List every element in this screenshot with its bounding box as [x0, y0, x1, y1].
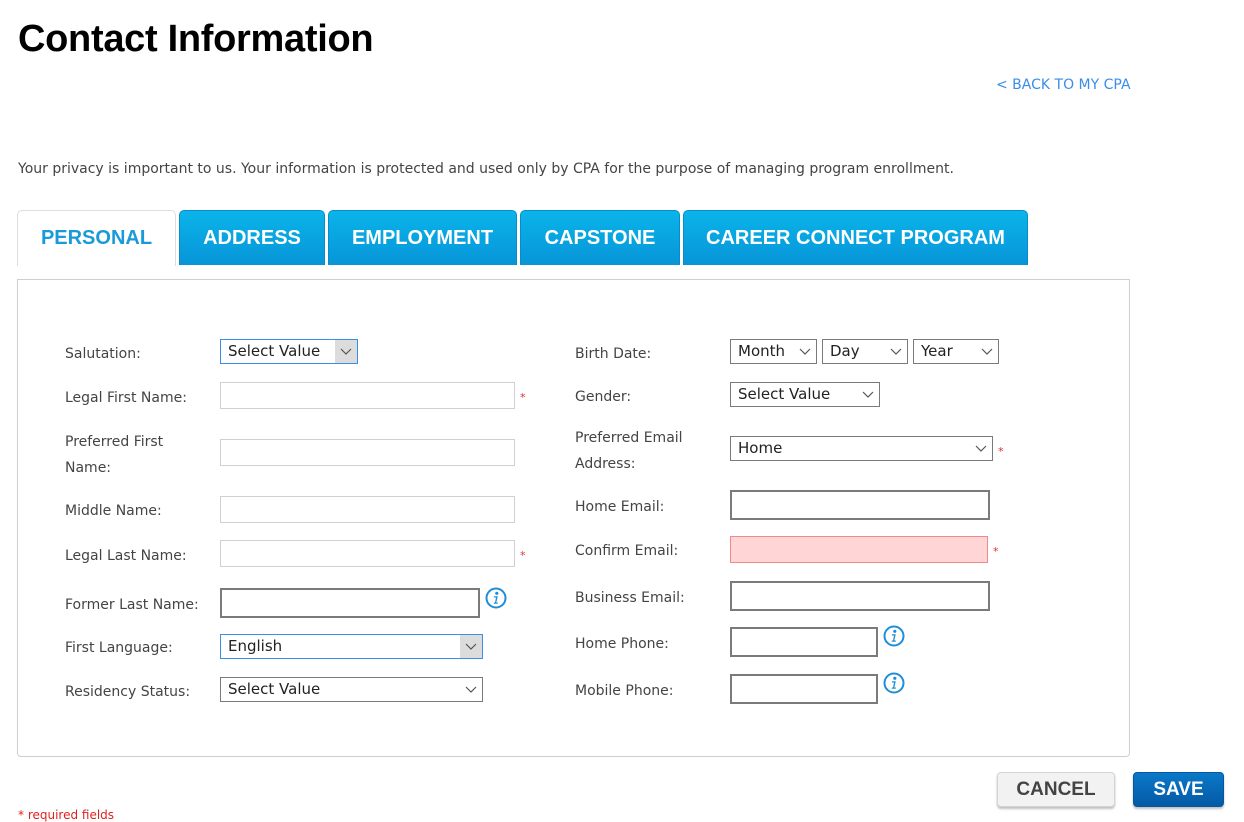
- chevron-down-icon: [976, 340, 998, 363]
- confirm-email-input[interactable]: [730, 536, 988, 563]
- birth-month-value: Month: [738, 342, 786, 360]
- preferred-email-select[interactable]: Home: [730, 436, 993, 461]
- chevron-down-icon: [885, 340, 907, 363]
- legal-last-name-input[interactable]: [220, 540, 515, 567]
- birth-month-select[interactable]: Month: [730, 339, 817, 364]
- chevron-down-icon: [970, 437, 992, 460]
- birth-year-value: Year: [921, 342, 953, 360]
- required-marker: *: [998, 445, 1004, 458]
- business-email-label: Business Email:: [575, 590, 685, 606]
- tab-career-connect-program[interactable]: CAREER CONNECT PROGRAM: [683, 210, 1028, 265]
- residency-status-select[interactable]: Select Value: [220, 677, 483, 702]
- preferred-email-label-line2: Address:: [575, 456, 636, 472]
- cancel-button[interactable]: CANCEL: [997, 772, 1115, 807]
- preferred-first-name-input[interactable]: [220, 439, 515, 466]
- residency-status-value: Select Value: [228, 680, 321, 698]
- required-marker: *: [520, 391, 526, 404]
- first-language-label: First Language:: [65, 640, 173, 656]
- chevron-down-icon: [460, 678, 482, 701]
- gender-value: Select Value: [738, 385, 831, 403]
- business-email-input[interactable]: [730, 581, 990, 611]
- salutation-label: Salutation:: [65, 346, 141, 362]
- legal-first-name-label: Legal First Name:: [65, 390, 187, 406]
- birth-year-select[interactable]: Year: [913, 339, 999, 364]
- mobile-phone-input[interactable]: [730, 674, 878, 704]
- preferred-email-label-line1: Preferred Email: [575, 430, 683, 446]
- preferred-email-value: Home: [738, 439, 783, 457]
- chevron-down-icon: [460, 635, 482, 658]
- home-email-label: Home Email:: [575, 499, 665, 515]
- residency-status-label: Residency Status:: [65, 684, 191, 700]
- chevron-down-icon: [335, 340, 357, 363]
- legal-first-name-input[interactable]: [220, 382, 515, 409]
- home-email-input[interactable]: [730, 490, 990, 520]
- chevron-down-icon: [794, 340, 816, 363]
- preferred-first-name-label-line1: Preferred First: [65, 434, 164, 450]
- info-icon[interactable]: [883, 625, 905, 647]
- privacy-note: Your privacy is important to us. Your in…: [18, 161, 954, 177]
- tab-personal[interactable]: PERSONAL: [17, 210, 176, 266]
- tab-employment[interactable]: EMPLOYMENT: [328, 210, 517, 265]
- back-to-my-cpa-link[interactable]: < BACK TO MY CPA: [996, 77, 1131, 93]
- middle-name-label: Middle Name:: [65, 503, 162, 519]
- home-phone-label: Home Phone:: [575, 636, 669, 652]
- page-title: Contact Information: [18, 18, 374, 60]
- birth-day-value: Day: [830, 342, 860, 360]
- tab-address[interactable]: ADDRESS: [179, 210, 325, 265]
- required-marker: *: [520, 549, 526, 562]
- first-language-value: English: [228, 637, 283, 655]
- former-last-name-label: Former Last Name:: [65, 597, 199, 613]
- legal-last-name-label: Legal Last Name:: [65, 548, 187, 564]
- info-icon[interactable]: [883, 672, 905, 694]
- first-language-select[interactable]: English: [220, 634, 483, 659]
- salutation-select[interactable]: Select Value: [220, 339, 358, 364]
- required-fields-note: * required fields: [18, 808, 115, 822]
- birth-day-select[interactable]: Day: [822, 339, 908, 364]
- home-phone-input[interactable]: [730, 627, 878, 657]
- preferred-first-name-label-line2: Name:: [65, 460, 112, 476]
- gender-label: Gender:: [575, 389, 632, 405]
- gender-select[interactable]: Select Value: [730, 382, 880, 407]
- birth-date-label: Birth Date:: [575, 346, 652, 362]
- former-last-name-input[interactable]: [220, 588, 480, 618]
- chevron-down-icon: [857, 383, 879, 406]
- required-marker: *: [993, 545, 999, 558]
- tab-capstone[interactable]: CAPSTONE: [520, 210, 680, 265]
- middle-name-input[interactable]: [220, 496, 515, 523]
- info-icon[interactable]: [485, 587, 507, 609]
- salutation-value: Select Value: [228, 342, 321, 360]
- mobile-phone-label: Mobile Phone:: [575, 683, 674, 699]
- save-button[interactable]: SAVE: [1133, 772, 1224, 807]
- confirm-email-label: Confirm Email:: [575, 543, 679, 559]
